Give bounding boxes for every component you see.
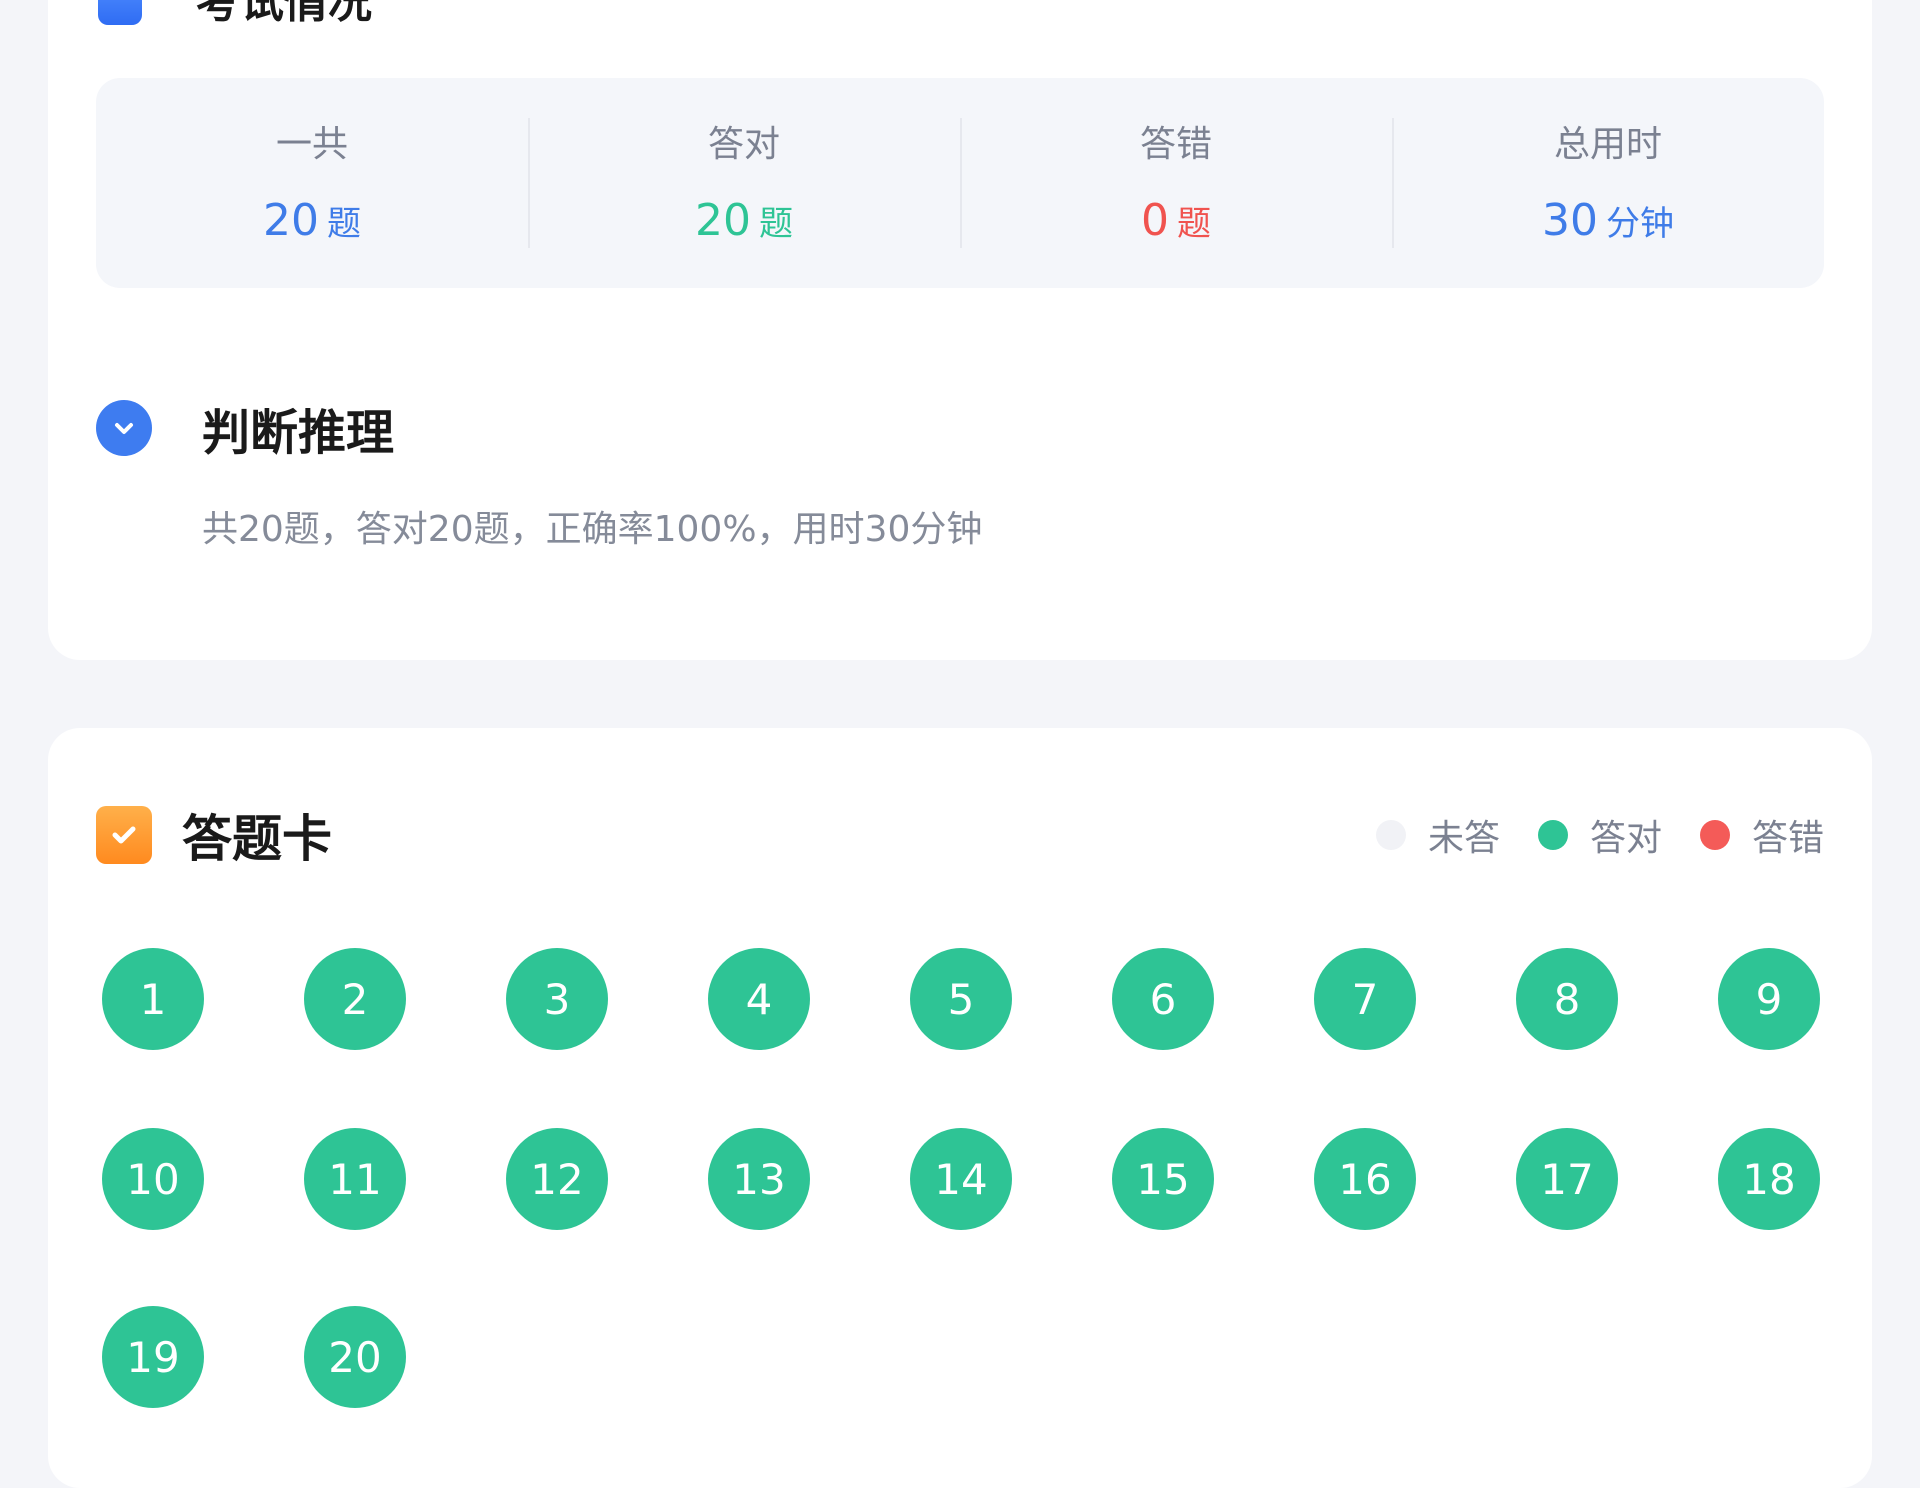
question-button-15[interactable]: 15 — [1112, 1128, 1214, 1230]
stat-value: 20 题 — [263, 195, 361, 246]
stat-label: 答错 — [1139, 123, 1212, 165]
legend-wrong: 答错 — [1699, 809, 1824, 861]
stat-number: 0 — [1141, 194, 1169, 246]
stat-time: 总用时 30 分钟 — [1392, 78, 1824, 288]
stat-total: 一共 20 题 — [96, 78, 528, 288]
stat-value: 30 分钟 — [1542, 195, 1674, 246]
stat-number: 30 — [1542, 194, 1598, 246]
stat-number: 20 — [695, 194, 751, 246]
question-button-16[interactable]: 16 — [1314, 1128, 1416, 1230]
summary-badge-icon — [98, 0, 142, 25]
question-button-11[interactable]: 11 — [304, 1128, 406, 1230]
question-button-3[interactable]: 3 — [506, 948, 608, 1050]
legend-dot-icon — [1699, 820, 1730, 850]
question-button-4[interactable]: 4 — [708, 948, 810, 1050]
stat-unit: 分钟 — [1606, 203, 1674, 244]
question-button-1[interactable]: 1 — [102, 948, 204, 1050]
answer-card: 答题卡 未答 答对 答错 1 2 3 4 5 6 7 8 9 10 11 12 … — [48, 728, 1872, 1488]
legend-dot-icon — [1375, 820, 1406, 850]
stat-correct: 答对 20 题 — [528, 78, 960, 288]
stat-unit: 题 — [327, 203, 361, 244]
stats-panel: 一共 20 题 答对 20 题 答错 0 题 总用时 30 分钟 — [96, 78, 1824, 288]
section-description: 共20题，答对20题，正确率100%，用时30分钟 — [202, 509, 983, 550]
stat-unit: 题 — [759, 203, 793, 244]
stat-label: 总用时 — [1553, 123, 1662, 165]
question-button-5[interactable]: 5 — [910, 948, 1012, 1050]
stat-value: 0 题 — [1141, 195, 1211, 246]
legend-dot-icon — [1537, 820, 1568, 850]
question-button-20[interactable]: 20 — [304, 1306, 406, 1408]
checkbox-icon — [96, 806, 152, 864]
legend-label: 答错 — [1751, 818, 1824, 859]
stat-number: 20 — [263, 194, 319, 246]
stat-wrong: 答错 0 题 — [960, 78, 1392, 288]
section-header[interactable]: 判断推理 — [96, 388, 394, 468]
legend-label: 答对 — [1589, 818, 1662, 859]
chevron-down-icon[interactable] — [96, 400, 152, 456]
stat-unit: 题 — [1177, 203, 1211, 244]
question-button-7[interactable]: 7 — [1314, 948, 1416, 1050]
question-button-18[interactable]: 18 — [1718, 1128, 1820, 1230]
question-button-8[interactable]: 8 — [1516, 948, 1618, 1050]
question-button-19[interactable]: 19 — [102, 1306, 204, 1408]
question-button-9[interactable]: 9 — [1718, 948, 1820, 1050]
legend-label: 未答 — [1427, 818, 1500, 859]
question-button-17[interactable]: 17 — [1516, 1128, 1618, 1230]
answer-card-title: 答题卡 — [182, 810, 332, 868]
section-title: 判断推理 — [202, 405, 395, 461]
legend-correct: 答对 — [1537, 809, 1662, 861]
answer-card-header: 答题卡 — [96, 800, 332, 870]
question-button-12[interactable]: 12 — [506, 1128, 608, 1230]
exam-summary-card: 考试情况 一共 20 题 答对 20 题 答错 0 题 总用时 30 分钟 判断… — [48, 0, 1872, 660]
legend: 未答 答对 答错 — [1338, 808, 1824, 862]
question-button-2[interactable]: 2 — [304, 948, 406, 1050]
summary-header: 考试情况 — [98, 0, 372, 28]
summary-title: 考试情况 — [196, 0, 372, 28]
question-button-13[interactable]: 13 — [708, 1128, 810, 1230]
stat-value: 20 题 — [695, 195, 793, 246]
question-button-10[interactable]: 10 — [102, 1128, 204, 1230]
legend-unanswered: 未答 — [1375, 809, 1500, 861]
stat-label: 答对 — [707, 123, 780, 165]
question-button-14[interactable]: 14 — [910, 1128, 1012, 1230]
question-button-6[interactable]: 6 — [1112, 948, 1214, 1050]
stat-label: 一共 — [275, 123, 348, 165]
